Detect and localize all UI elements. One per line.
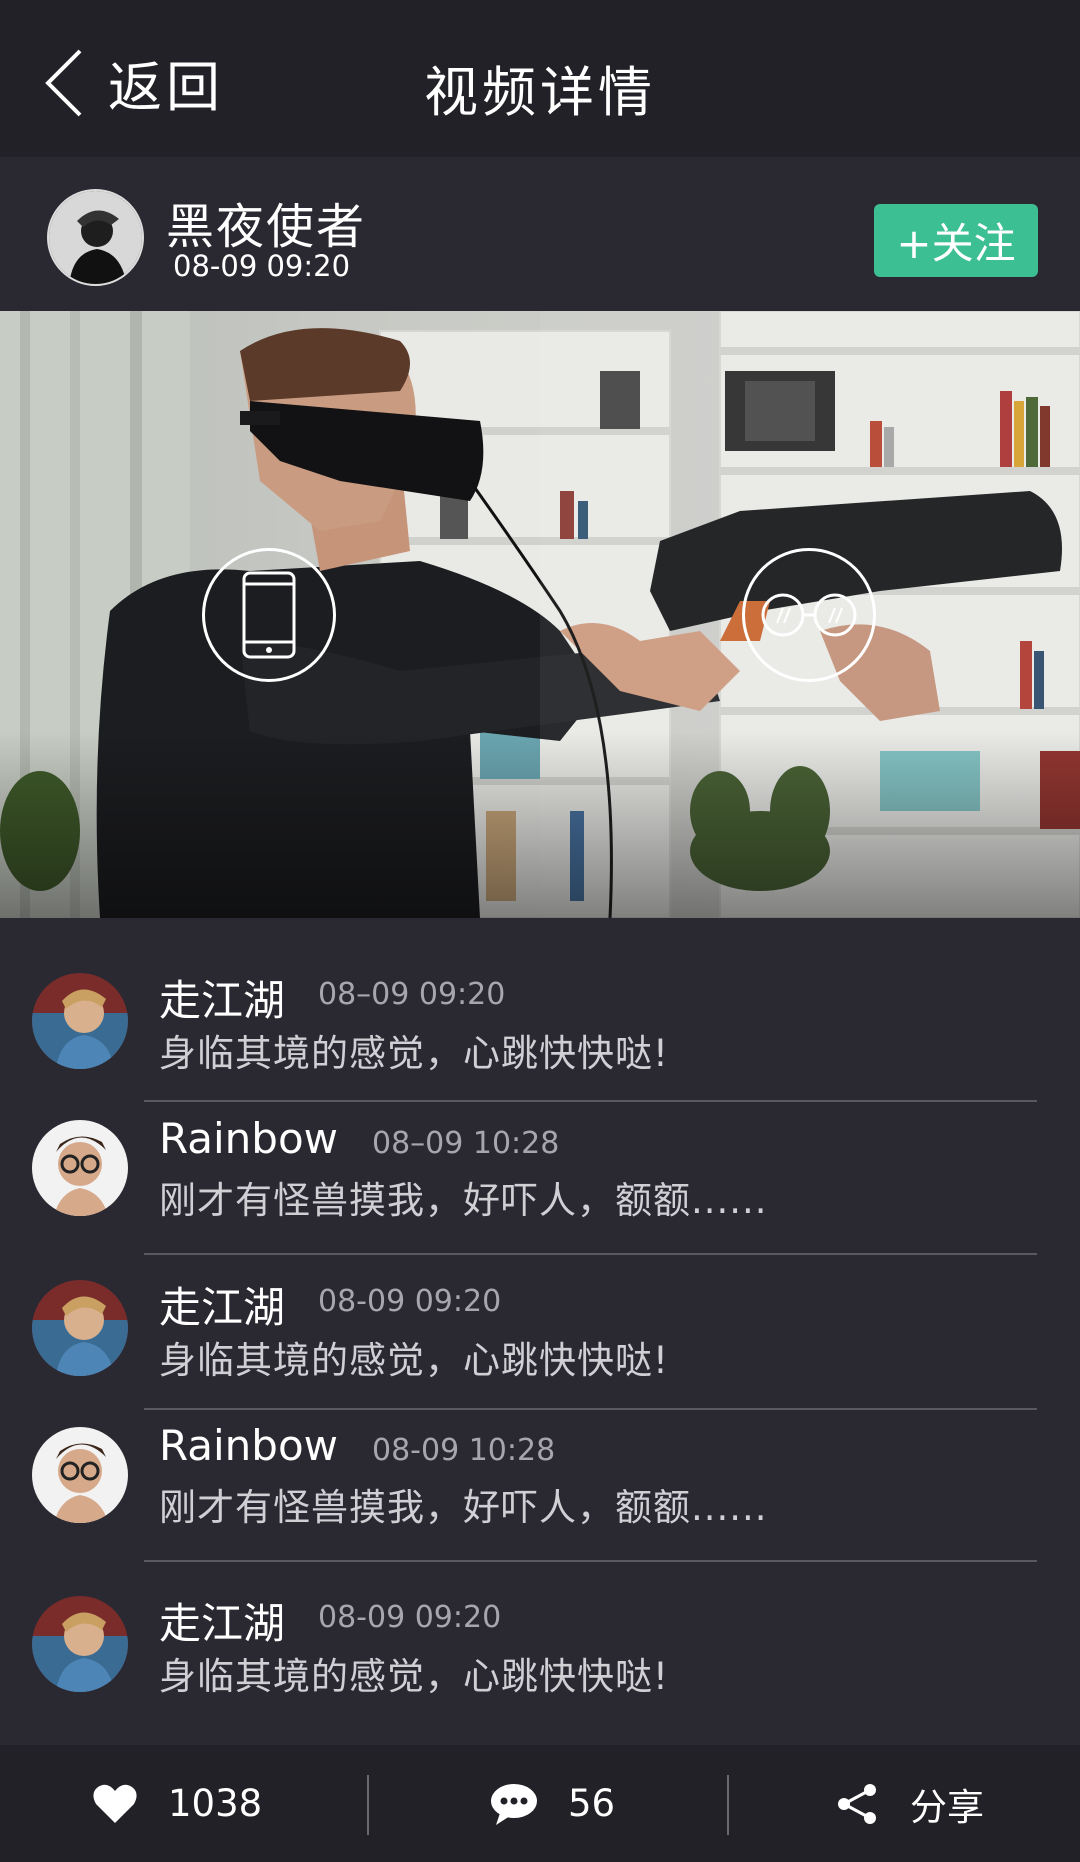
top-nav-bar: 返回 视频详情 bbox=[0, 0, 1080, 157]
commenter-avatar[interactable] bbox=[32, 1120, 128, 1216]
comment-item: Rainbow 08–09 10:28 刚才有怪兽摸我，好吓人，额额...... bbox=[0, 1114, 1080, 1270]
commenter-name[interactable]: Rainbow bbox=[159, 1114, 338, 1163]
chat-bubble-icon bbox=[491, 1783, 537, 1825]
comment-item: 走江湖 08-09 09:20 身临其境的感觉，心跳快快哒! bbox=[0, 1596, 1080, 1746]
commenter-avatar[interactable] bbox=[32, 1427, 128, 1523]
author-name[interactable]: 黑夜使者 bbox=[166, 187, 366, 257]
share-label: 分享 bbox=[910, 1785, 984, 1829]
comment-count: 56 bbox=[568, 1782, 616, 1825]
author-bar: 黑夜使者 08-09 09:20 +关注 bbox=[0, 157, 1080, 311]
video-player[interactable] bbox=[0, 311, 1080, 918]
heart-icon bbox=[93, 1784, 137, 1823]
phone-mode-button[interactable] bbox=[202, 548, 336, 682]
divider bbox=[144, 1408, 1037, 1410]
comment-text: 刚才有怪兽摸我，好吓人，额额...... bbox=[159, 1179, 768, 1222]
comment-text: 身临其境的感觉，心跳快快哒! bbox=[159, 1339, 669, 1382]
commenter-name[interactable]: Rainbow bbox=[159, 1421, 338, 1470]
divider bbox=[727, 1775, 729, 1835]
page-title: 视频详情 bbox=[424, 61, 656, 124]
comment-time: 08-09 09:20 bbox=[318, 1284, 502, 1319]
video-thumbnail bbox=[0, 311, 1080, 918]
comment-time: 08-09 10:28 bbox=[372, 1433, 556, 1468]
author-avatar[interactable] bbox=[47, 189, 144, 286]
share-icon bbox=[838, 1783, 876, 1824]
commenter-name[interactable]: 走江湖 bbox=[159, 1590, 285, 1651]
divider bbox=[367, 1775, 369, 1835]
divider bbox=[144, 1100, 1037, 1102]
commenter-avatar[interactable] bbox=[32, 1596, 128, 1692]
divider bbox=[144, 1253, 1037, 1255]
comment-text: 身临其境的感觉，心跳快快哒! bbox=[159, 1655, 669, 1698]
commenter-avatar[interactable] bbox=[32, 973, 128, 1069]
comment-time: 08–09 10:28 bbox=[372, 1126, 560, 1161]
phone-icon bbox=[242, 571, 296, 659]
bottom-action-bar: 1038 56 分享 bbox=[0, 1745, 1080, 1862]
share-button[interactable]: 分享 bbox=[836, 1745, 984, 1862]
commenter-name[interactable]: 走江湖 bbox=[159, 1274, 285, 1335]
comment-item: Rainbow 08-09 10:28 刚才有怪兽摸我，好吓人，额额...... bbox=[0, 1421, 1080, 1577]
divider bbox=[144, 1560, 1037, 1562]
post-time: 08-09 09:20 bbox=[173, 249, 351, 283]
like-button[interactable]: 1038 bbox=[92, 1745, 262, 1862]
comment-button[interactable]: 56 bbox=[490, 1745, 615, 1862]
like-count: 1038 bbox=[168, 1782, 263, 1825]
commenter-avatar[interactable] bbox=[32, 1280, 128, 1376]
comment-time: 08-09 09:20 bbox=[318, 1600, 502, 1635]
commenter-name[interactable]: 走江湖 bbox=[159, 967, 285, 1028]
comment-text: 刚才有怪兽摸我，好吓人，额额...... bbox=[159, 1486, 768, 1529]
comment-text: 身临其境的感觉，心跳快快哒! bbox=[159, 1032, 669, 1075]
vr-mode-button[interactable] bbox=[742, 548, 876, 682]
follow-button[interactable]: +关注 bbox=[874, 204, 1038, 277]
vr-glasses-icon bbox=[761, 593, 857, 637]
comment-time: 08–09 09:20 bbox=[318, 977, 506, 1012]
